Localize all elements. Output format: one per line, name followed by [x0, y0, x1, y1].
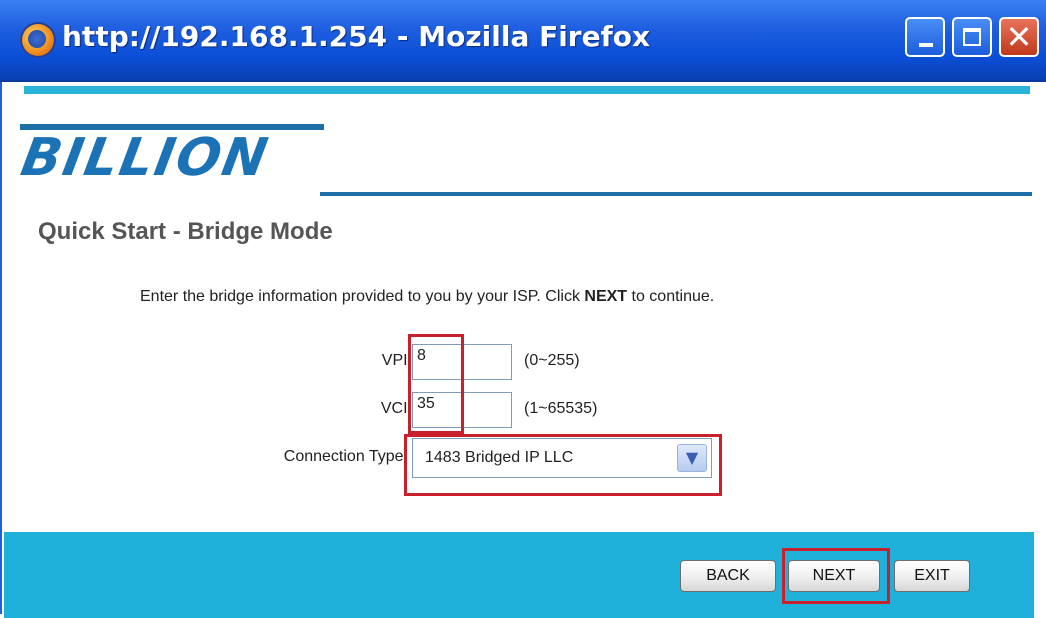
window-title-bar: http://192.168.1.254 - Mozilla Firefox ✕	[0, 0, 1046, 82]
instruction-text: Enter the bridge information provided to…	[140, 288, 715, 305]
window-title: http://192.168.1.254 - Mozilla Firefox	[62, 20, 651, 53]
vpi-range-hint: (0~255)	[524, 352, 580, 369]
connection-type-highlight	[404, 434, 722, 496]
vci-label: VCI:	[380, 400, 412, 417]
billion-logo: BILLION	[16, 124, 324, 196]
vci-range-hint: (1~65535)	[524, 400, 598, 417]
page-title: Quick Start - Bridge Mode	[38, 218, 333, 245]
minimize-icon[interactable]	[905, 17, 945, 57]
top-accent-bar	[24, 86, 1030, 94]
next-highlight	[782, 548, 890, 604]
vpi-vci-highlight	[408, 334, 464, 434]
logo-text: BILLION	[16, 128, 274, 188]
exit-button[interactable]: EXIT	[894, 560, 970, 592]
maximize-icon[interactable]	[952, 17, 992, 57]
vpi-label: VPI:	[381, 352, 412, 369]
connection-type-label: Connection Type:	[283, 448, 408, 465]
back-button[interactable]: BACK	[680, 560, 776, 592]
close-icon[interactable]: ✕	[999, 17, 1039, 57]
header-rule	[320, 192, 1032, 196]
firefox-icon	[20, 22, 56, 58]
page-content: BILLION Quick Start - Bridge Mode Enter …	[0, 82, 1046, 618]
